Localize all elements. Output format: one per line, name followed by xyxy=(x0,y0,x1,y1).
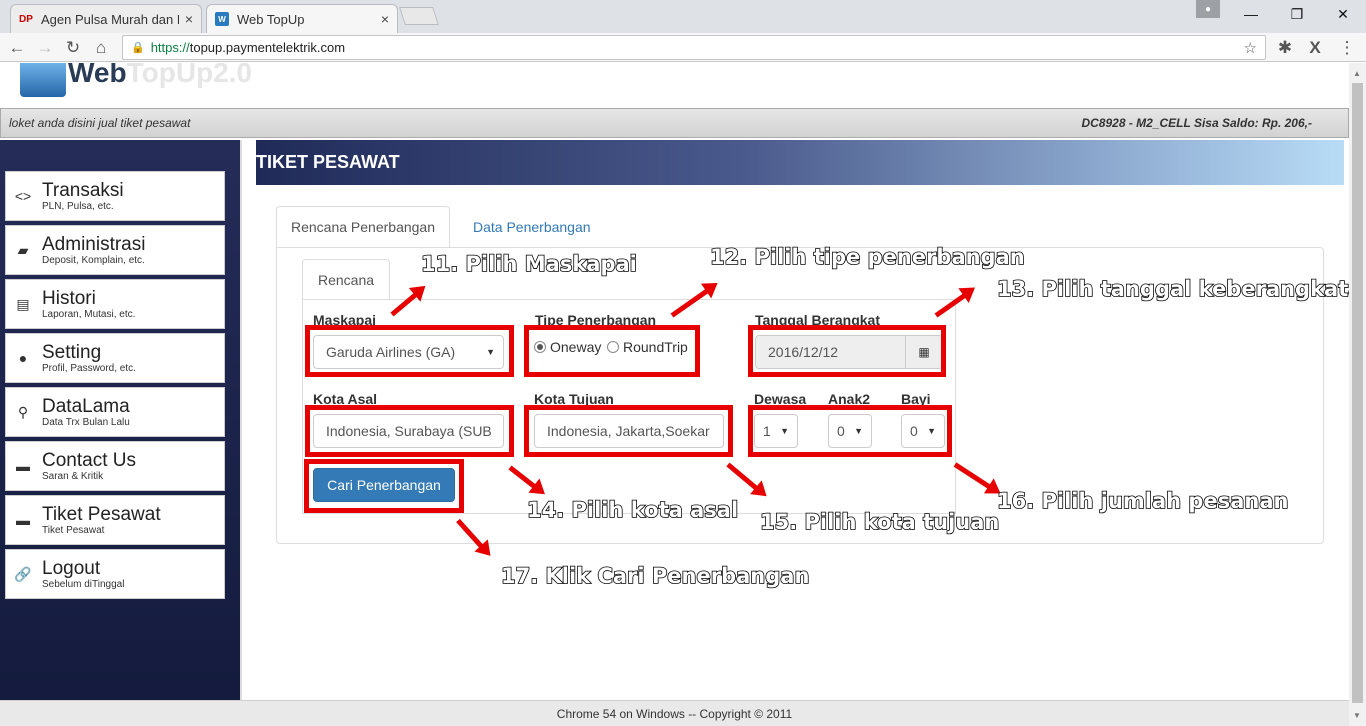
sidebar-item-histori[interactable]: ▤ Histori Laporan, Mutasi, etc. xyxy=(5,279,225,329)
sidebar-item-subtitle: PLN, Pulsa, etc. xyxy=(42,200,114,212)
logo-image xyxy=(20,63,66,97)
lock-icon: 🔒 xyxy=(131,42,145,54)
folder-icon: ▰ xyxy=(17,241,29,258)
close-tab-icon[interactable]: × xyxy=(381,11,389,27)
sidebar-item-title: DataLama xyxy=(42,395,130,417)
browser-tab-title: Agen Pulsa Murah dan P xyxy=(41,11,179,27)
sidebar-divider xyxy=(240,140,242,726)
sidebar-item-administrasi[interactable]: ▰ Administrasi Deposit, Komplain, etc. xyxy=(5,225,225,275)
user-profile-icon[interactable]: ● xyxy=(1196,0,1220,18)
link-icon: 🔗 xyxy=(14,565,32,582)
browser-tab-active[interactable]: W Web TopUp × xyxy=(206,4,398,33)
site-logo: Web TopUp2.0 xyxy=(20,63,252,97)
sidebar-item-title: Tiket Pesawat xyxy=(42,503,161,525)
annotation-12: 12. Pilih tipe penerbangan xyxy=(709,244,1025,270)
sidebar-item-title: Contact Us xyxy=(42,449,136,471)
back-icon[interactable]: ← xyxy=(6,37,28,59)
user-icon: ● xyxy=(18,350,28,366)
page-footer: Chrome 54 on Windows -- Copyright © 2011 xyxy=(0,700,1349,726)
url-scheme: https:// xyxy=(150,40,190,55)
sidebar-item-title: Administrasi xyxy=(42,233,146,255)
tagline: loket anda disini jual tiket pesawat xyxy=(9,116,191,130)
code-icon: <> xyxy=(14,188,32,204)
sidebar-item-title: Setting xyxy=(42,341,102,363)
sidebar-item-logout[interactable]: 🔗 Logout Sebelum diTinggal xyxy=(5,549,225,599)
annotation-16: 16. Pilih jumlah pesanan xyxy=(996,488,1289,514)
close-tab-icon[interactable]: × xyxy=(185,11,193,27)
sidebar-item-tiket-pesawat[interactable]: ▬ Tiket Pesawat Tiket Pesawat xyxy=(5,495,225,545)
tab-rencana[interactable]: Rencana xyxy=(302,259,390,300)
browser-tab[interactable]: DP Agen Pulsa Murah dan P × xyxy=(10,4,202,33)
scrollbar-thumb[interactable] xyxy=(1352,83,1363,703)
site-favicon-icon: DP xyxy=(19,13,33,25)
page-title: TIKET PESAWAT xyxy=(256,140,1344,185)
menu-icon[interactable]: ⋮ xyxy=(1336,37,1358,59)
logo-text-faded: TopUp2.0 xyxy=(126,63,253,88)
new-tab-button[interactable] xyxy=(399,7,439,25)
highlight-cari xyxy=(304,459,464,513)
ticket-icon: ▬ xyxy=(16,458,30,474)
sidebar-item-title: Logout xyxy=(42,557,101,579)
browser-tab-title: Web TopUp xyxy=(237,11,305,27)
tab-data-penerbangan[interactable]: Data Penerbangan xyxy=(459,206,605,248)
search-icon: ⚲ xyxy=(17,403,29,420)
archive-icon: ▤ xyxy=(16,295,30,312)
sidebar-item-datalama[interactable]: ⚲ DataLama Data Trx Bulan Lalu xyxy=(5,387,225,437)
close-window-icon[interactable]: ✕ xyxy=(1320,0,1366,28)
tab-rencana-penerbangan[interactable]: Rencana Penerbangan xyxy=(276,206,451,248)
browser-toolbar: ← → ↻ ⌂ 🔒 https:// topup.paymentelektrik… xyxy=(0,33,1366,62)
sidebar-item-subtitle: Sebelum diTinggal xyxy=(42,578,125,590)
sidebar-item-setting[interactable]: ● Setting Profil, Password, etc. xyxy=(5,333,225,383)
annotation-11: 11. Pilih Maskapai xyxy=(420,251,637,277)
highlight-kota-asal xyxy=(305,405,514,457)
account-balance: DC8928 - M2_CELL Sisa Saldo: Rp. 206,- xyxy=(1081,116,1312,130)
highlight-tipe xyxy=(524,325,700,377)
sidebar-item-subtitle: Profil, Password, etc. xyxy=(42,362,136,374)
annotation-13: 13. Pilih tanggal keberangkatan xyxy=(996,276,1366,302)
url-host: topup.paymentelektrik.com xyxy=(189,40,346,55)
sidebar-item-subtitle: Tiket Pesawat xyxy=(42,524,105,536)
annotation-17: 17. Klik Cari Penerbangan xyxy=(500,563,810,589)
minimize-icon[interactable]: — xyxy=(1228,0,1274,28)
browser-tab-strip: DP Agen Pulsa Murah dan P × W Web TopUp … xyxy=(0,0,1366,33)
forward-icon[interactable]: → xyxy=(34,37,56,59)
bookmark-star-icon[interactable]: ☆ xyxy=(1244,39,1257,57)
restore-icon[interactable]: ❐ xyxy=(1274,0,1320,28)
sidebar-item-subtitle: Laporan, Mutasi, etc. xyxy=(42,308,136,320)
annotation-15: 15. Pilih kota tujuan xyxy=(759,509,1000,535)
home-icon[interactable]: ⌂ xyxy=(90,37,112,59)
sidebar-item-transaksi[interactable]: <> Transaksi PLN, Pulsa, etc. xyxy=(5,171,225,221)
scroll-down-icon[interactable]: ▼ xyxy=(1353,711,1361,720)
extension-x-icon[interactable]: X xyxy=(1304,37,1326,59)
sidebar-item-subtitle: Data Trx Bulan Lalu xyxy=(42,416,130,428)
sidebar-item-subtitle: Deposit, Komplain, etc. xyxy=(42,254,145,266)
highlight-jumlah xyxy=(748,405,952,457)
highlight-kota-tujuan xyxy=(524,405,733,457)
page-scrollbar[interactable]: ▲ ▼ xyxy=(1349,63,1366,726)
info-bar: loket anda disini jual tiket pesawat DC8… xyxy=(0,108,1349,138)
extension-icon[interactable]: ✱ xyxy=(1274,37,1296,59)
highlight-tanggal xyxy=(748,325,946,377)
address-bar[interactable]: 🔒 https:// topup.paymentelektrik.com ☆ xyxy=(122,35,1266,60)
logo-text: Web xyxy=(68,63,127,88)
highlight-maskapai xyxy=(305,325,514,377)
sidebar-item-contact-us[interactable]: ▬ Contact Us Saran & Kritik xyxy=(5,441,225,491)
sidebar-item-title: Histori xyxy=(42,287,96,309)
sidebar-item-subtitle: Saran & Kritik xyxy=(42,470,104,482)
scroll-up-icon[interactable]: ▲ xyxy=(1353,69,1361,78)
sidebar-item-title: Transaksi xyxy=(42,179,124,201)
annotation-14: 14. Pilih kota asal xyxy=(526,497,739,523)
reload-icon[interactable]: ↻ xyxy=(62,37,84,59)
ticket-icon: ▬ xyxy=(16,512,30,528)
site-favicon-icon: W xyxy=(215,12,229,26)
